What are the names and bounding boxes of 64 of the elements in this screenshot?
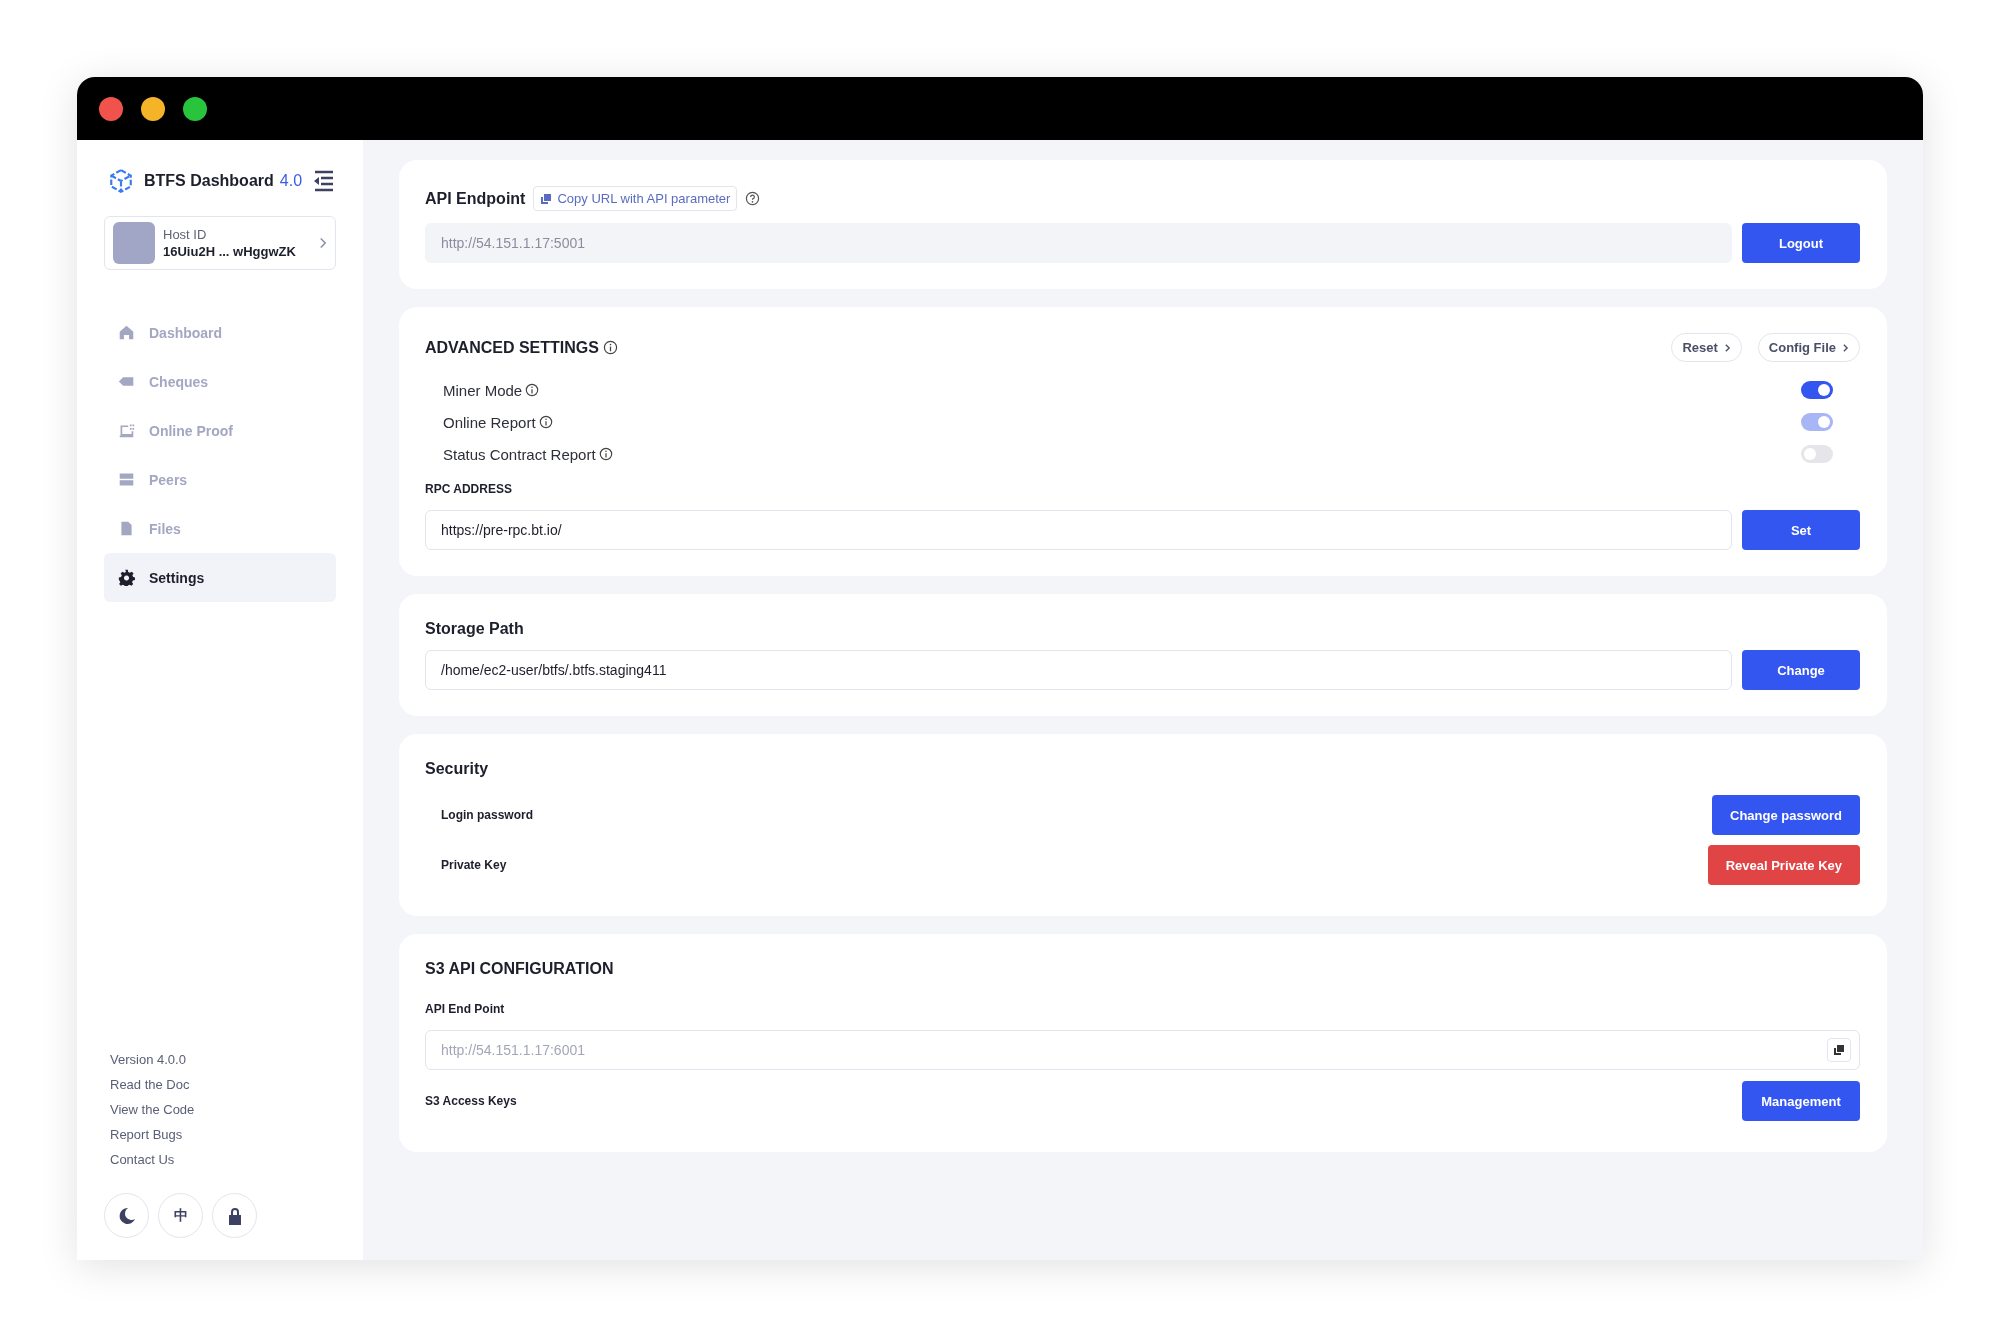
host-id-label: Host ID <box>163 227 208 242</box>
host-id-card[interactable]: Host ID 16Uiu2H ... wHggwZK <box>104 216 336 270</box>
cube-logo-icon <box>108 168 134 194</box>
section-title: API Endpoint <box>425 189 526 208</box>
dark-mode-button[interactable] <box>104 1193 149 1238</box>
pill-link-button[interactable]: Config File <box>1757 333 1860 362</box>
footer-link[interactable]: Report Bugs <box>110 1127 336 1142</box>
copy-url-button[interactable]: Copy URL with API parameter <box>533 186 738 211</box>
field-label: RPC ADDRESS <box>425 482 513 496</box>
management-button[interactable]: Management <box>1742 1081 1860 1121</box>
avatar <box>113 222 155 264</box>
info-icon[interactable] <box>598 447 613 461</box>
info-icon[interactable] <box>602 340 618 355</box>
copy-icon <box>1833 1044 1845 1056</box>
api-url-field: http://54.151.1.17:5001 <box>425 223 1732 263</box>
section-title: Storage Path <box>425 620 524 638</box>
gear-icon <box>118 569 135 586</box>
host-id-value: 16Uiu2H ... wHggwZK <box>163 244 296 259</box>
action-button[interactable]: Change password <box>1712 795 1860 835</box>
storage-path-field[interactable]: /home/ec2-user/btfs/.btfs.staging411 <box>425 650 1732 690</box>
toggle-label: Miner Mode <box>443 381 523 399</box>
copy-icon <box>540 192 553 205</box>
s3-endpoint-field[interactable]: http://54.151.1.17:6001 <box>425 1030 1860 1070</box>
setting-label: S3 Access Keys <box>425 1094 517 1108</box>
chevron-right-icon <box>319 237 327 249</box>
rpc-address-field[interactable]: https://pre-rpc.bt.io/ <box>425 510 1732 550</box>
close-button[interactable] <box>99 96 123 121</box>
section-title: Security <box>425 760 489 778</box>
logout-button[interactable]: Logout <box>1742 223 1860 263</box>
section-title: ADVANCED SETTINGS <box>425 338 599 357</box>
lock-button[interactable] <box>212 1193 257 1238</box>
setting-label: Login password <box>441 808 533 822</box>
language-button[interactable]: 中 <box>158 1193 203 1238</box>
footer-link[interactable]: View the Code <box>110 1102 336 1117</box>
nav-item[interactable]: Settings <box>104 553 336 602</box>
chevron-right-icon <box>1842 342 1849 353</box>
copy-button[interactable] <box>1827 1038 1851 1062</box>
app-name: BTFS Dashboard <box>144 172 274 190</box>
minimize-button[interactable] <box>141 96 165 121</box>
field-label: API End Point <box>425 1002 506 1016</box>
action-button[interactable]: Reveal Private Key <box>1707 845 1860 885</box>
collapse-menu-icon[interactable] <box>312 169 336 193</box>
toggle-label: Status Contract Report <box>443 445 596 463</box>
footer-link[interactable]: Contact Us <box>110 1152 336 1167</box>
pill-link-button[interactable]: Reset <box>1671 333 1742 362</box>
setting-label: Private Key <box>441 858 507 872</box>
footer-link[interactable]: Read the Doc <box>110 1077 336 1092</box>
change-button[interactable]: Change <box>1742 650 1860 690</box>
info-icon[interactable] <box>538 415 553 429</box>
chevron-right-icon <box>1723 342 1731 353</box>
toggle-label: Online Report <box>443 413 536 431</box>
toggle-switch[interactable] <box>1801 381 1833 399</box>
version-text: Version 4.0.0 <box>110 1052 187 1067</box>
house-icon <box>118 324 135 341</box>
file-icon <box>118 520 135 537</box>
info-icon[interactable] <box>525 383 540 397</box>
laptop-icon <box>118 422 135 439</box>
set-button[interactable]: Set <box>1742 510 1860 550</box>
toggle-switch[interactable] <box>1801 445 1833 463</box>
help-icon[interactable] <box>745 191 761 206</box>
app-version: 4.0 <box>279 172 303 190</box>
section-title: S3 API CONFIGURATION <box>425 960 614 978</box>
server-icon <box>118 471 135 488</box>
maximize-button[interactable] <box>183 96 207 121</box>
